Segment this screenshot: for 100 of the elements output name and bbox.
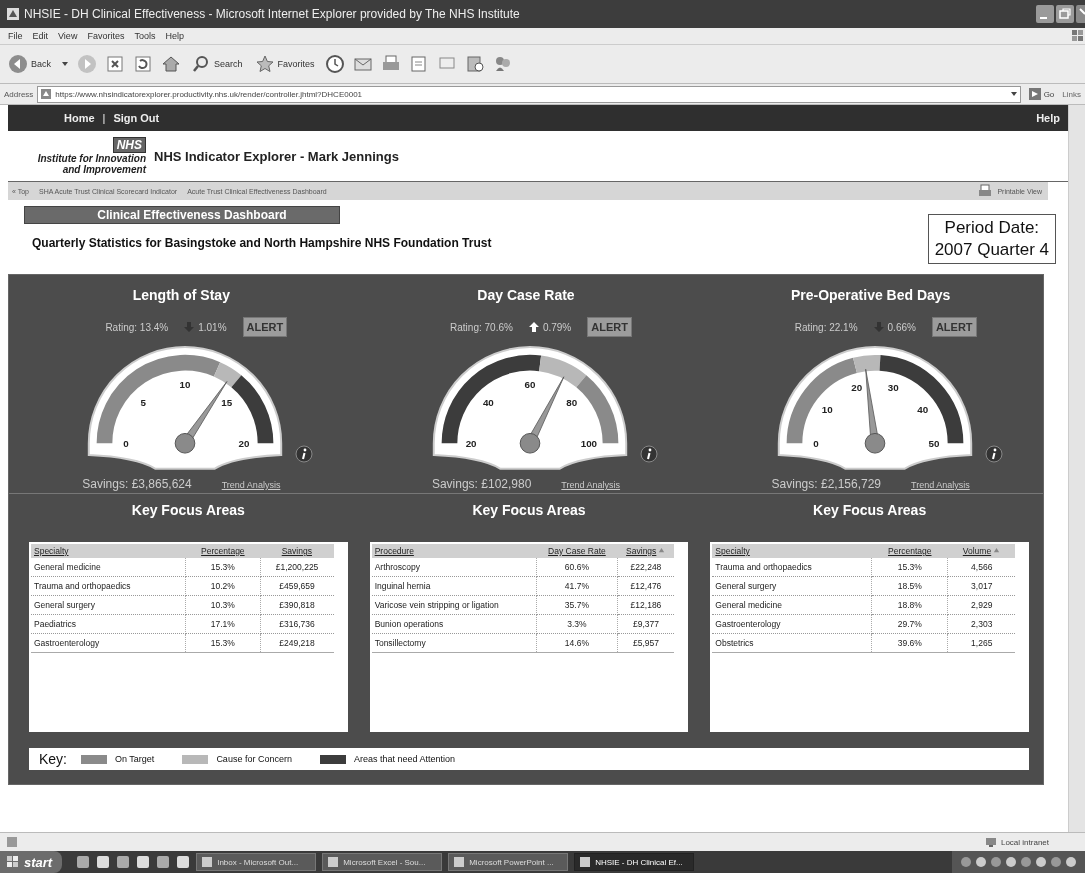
- links-label[interactable]: Links: [1062, 89, 1081, 99]
- taskbar-button[interactable]: Inbox - Microsoft Out...: [196, 853, 317, 871]
- scrollbar[interactable]: [1068, 105, 1085, 832]
- section-title: Key Focus Areas: [813, 502, 927, 518]
- column-header[interactable]: Percentage: [871, 544, 948, 558]
- table-cell: £316,736: [260, 614, 334, 634]
- quick-launch-icon[interactable]: [176, 855, 191, 869]
- table-cell: £1,200,225: [260, 558, 334, 577]
- tray-icon[interactable]: [975, 856, 987, 868]
- taskbar-button[interactable]: Microsoft PowerPoint ...: [448, 853, 569, 871]
- trend-analysis-link[interactable]: Trend Analysis: [911, 480, 970, 490]
- column-header[interactable]: Procedure: [371, 544, 537, 558]
- tray-icon[interactable]: [960, 856, 972, 868]
- start-button[interactable]: start: [0, 851, 63, 873]
- tray-icon[interactable]: [1035, 856, 1047, 868]
- help-link[interactable]: Help: [1036, 112, 1060, 124]
- table-cell: 18.8%: [871, 595, 948, 615]
- tick-label: 5: [140, 396, 147, 408]
- nav-link[interactable]: Home: [64, 112, 95, 124]
- table-cell: 1,265: [948, 633, 1015, 653]
- taskbar-button[interactable]: Microsoft Excel - Sou...: [322, 853, 443, 871]
- column-header[interactable]: Savings: [617, 544, 675, 558]
- back-button[interactable]: Back: [6, 52, 53, 76]
- close-button[interactable]: [1076, 5, 1085, 23]
- stop-icon[interactable]: [105, 54, 125, 74]
- trend-analysis-link[interactable]: Trend Analysis: [561, 480, 621, 490]
- tray-icon[interactable]: [1005, 856, 1017, 868]
- column-header[interactable]: Day Case Rate: [536, 544, 618, 558]
- table-cell: Paediatrics: [31, 614, 186, 634]
- quick-launch-icon[interactable]: [136, 855, 151, 869]
- change-text: 1.01%: [198, 321, 227, 333]
- tray-icon[interactable]: [1065, 856, 1077, 868]
- address-label: Address: [4, 89, 34, 99]
- quick-launch-icon[interactable]: [156, 855, 171, 869]
- column-header[interactable]: Percentage: [185, 544, 260, 558]
- rating-text: Rating: 70.6%: [450, 321, 513, 333]
- tray-icon[interactable]: [1020, 856, 1032, 868]
- table-cell: 15.3%: [871, 558, 948, 577]
- menu-item[interactable]: Help: [165, 31, 184, 41]
- table-cell: General surgery: [31, 595, 186, 615]
- menu-item[interactable]: Favorites: [87, 31, 125, 41]
- table-cell: Arthroscopy: [371, 558, 537, 577]
- star-icon: [254, 54, 275, 74]
- dropdown-arrow-icon[interactable]: [61, 60, 69, 68]
- tray-icon[interactable]: [1050, 856, 1062, 868]
- column-header[interactable]: Specialty: [31, 544, 186, 558]
- address-field[interactable]: https://www.nhsindicatorexplorer.productivity.nhs.uk/render/controller.jhtml?DHCE0001: [37, 85, 1021, 103]
- table-cell: 29.7%: [871, 614, 948, 634]
- refresh-icon[interactable]: [133, 54, 153, 74]
- menu-item[interactable]: File: [8, 31, 23, 41]
- table-cell: £459,659: [260, 576, 334, 596]
- window-icon: [201, 856, 214, 868]
- menu-item[interactable]: Tools: [134, 31, 156, 41]
- table-cell: Trauma and orthopaedics: [31, 576, 186, 596]
- menu-item[interactable]: Edit: [32, 31, 49, 41]
- trend-analysis-link[interactable]: Trend Analysis: [221, 480, 281, 490]
- restore-button[interactable]: [1056, 5, 1074, 23]
- nav-link[interactable]: Sign Out: [113, 112, 160, 124]
- quick-launch-icon[interactable]: [76, 855, 91, 869]
- table-cell: Gastroenterology: [712, 614, 872, 634]
- go-button[interactable]: Go: [1024, 88, 1059, 100]
- history-icon[interactable]: [324, 54, 345, 74]
- intranet-icon: [984, 836, 997, 848]
- home-icon[interactable]: [161, 54, 181, 74]
- table-cell: 15.3%: [185, 633, 260, 653]
- quick-launch-icon[interactable]: [96, 855, 111, 869]
- tick-label: 80: [566, 396, 578, 408]
- savings-text: Savings: £2,156,729: [771, 477, 881, 491]
- minimize-button[interactable]: [1036, 5, 1054, 23]
- savings-text: Savings: £3,865,624: [82, 477, 192, 491]
- table-cell: 2,929: [948, 595, 1015, 615]
- column-header[interactable]: Specialty: [712, 544, 872, 558]
- quick-launch-icon[interactable]: [116, 855, 131, 869]
- info-icon[interactable]: [640, 445, 658, 463]
- window-icon: [453, 856, 466, 868]
- key-item-label: On Target: [115, 754, 155, 764]
- favorites-button[interactable]: Favorites: [252, 52, 317, 76]
- period-date-box: Period Date: 2007 Quarter 4: [927, 214, 1056, 265]
- taskbar-button[interactable]: NHSIE - DH Clinical Ef...: [574, 853, 695, 871]
- gauge-title: Length of Stay: [132, 287, 230, 303]
- organization-name: Institute for Innovation: [37, 153, 146, 164]
- tray-icon[interactable]: [990, 856, 1002, 868]
- column-header[interactable]: Volume: [948, 544, 1015, 558]
- nhs-logo: NHS: [112, 137, 146, 153]
- dropdown-arrow-icon[interactable]: [1009, 90, 1018, 98]
- organization-name: and Improvement: [62, 164, 146, 175]
- info-icon[interactable]: [984, 445, 1003, 463]
- menu-item[interactable]: View: [58, 31, 78, 41]
- tick-label: 60: [524, 379, 536, 391]
- table-cell: Obstetrics: [712, 633, 872, 653]
- column-header[interactable]: Savings: [260, 544, 334, 558]
- info-icon[interactable]: [295, 445, 314, 463]
- search-button[interactable]: Search: [189, 52, 245, 76]
- research-icon[interactable]: [464, 54, 485, 74]
- table-cell: £249,218: [260, 633, 334, 653]
- section-title: Key Focus Areas: [472, 502, 586, 518]
- page-icon: [40, 88, 53, 100]
- table-cell: £12,186: [617, 595, 675, 615]
- table-cell: £5,957: [617, 633, 675, 653]
- window-icon: [579, 856, 592, 868]
